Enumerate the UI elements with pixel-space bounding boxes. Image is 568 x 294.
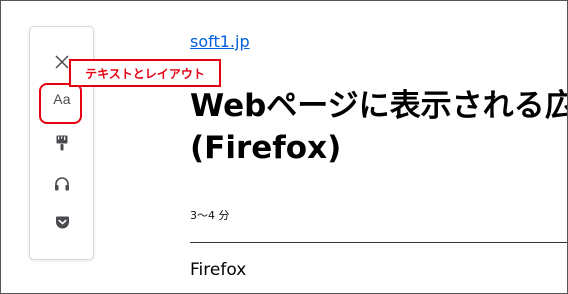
close-icon (55, 55, 69, 69)
annotation-callout: テキストとレイアウト (69, 59, 221, 87)
article-domain-link[interactable]: soft1.jp (190, 32, 250, 51)
pocket-icon (55, 216, 69, 229)
article-body-text: Firefox (190, 260, 247, 280)
article-title-line-1: Webページに表示される広 (190, 88, 568, 124)
paintbrush-icon (56, 135, 68, 151)
save-to-pocket-button[interactable] (42, 208, 82, 238)
listen-button[interactable] (42, 168, 82, 198)
header-divider (190, 242, 567, 243)
headphones-icon (55, 176, 69, 190)
reader-view-window: Aa テキストとレイアウト soft1.jp Webページに表示される広 (Fi… (0, 0, 568, 294)
reading-time: 3〜4 分 (190, 209, 230, 222)
article-title-line-2: (Firefox) (190, 130, 342, 166)
theme-button[interactable] (42, 128, 82, 158)
article-title: Webページに表示される広 (Firefox) (190, 85, 568, 169)
highlight-box (39, 83, 82, 124)
